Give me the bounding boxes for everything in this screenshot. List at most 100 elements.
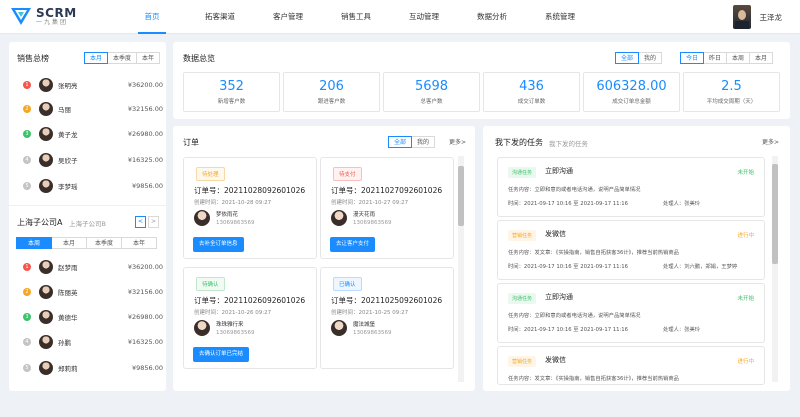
order-number: 订单号：20211025092601026 [331, 296, 443, 305]
confirm-order-button[interactable]: 去确认订单已完结 [193, 347, 250, 362]
task-card[interactable]: 营销任务 发微信 进行中 任务内容：发文章：《实操指南，销售自拓获客36计》，推… [497, 220, 765, 280]
nav-customers[interactable]: 客户管理 [254, 0, 322, 34]
rank-name: 陈丽英 [58, 289, 78, 297]
company-tab-b[interactable]: 上海子公司B [69, 218, 106, 228]
tab-today[interactable]: 今日 [680, 52, 705, 64]
tab-this-week[interactable]: 本周 [16, 237, 52, 249]
orders-scrollbar[interactable] [458, 156, 464, 382]
tab-all[interactable]: 全部 [388, 136, 413, 148]
tab-this-quarter[interactable]: 本季度 [86, 237, 122, 249]
avatar [732, 5, 751, 29]
list-item[interactable]: 3 黄子龙 ¥26980.00 [23, 125, 163, 143]
rank-number: 4 [23, 156, 31, 164]
stat-new-customers[interactable]: 352 新增客户数 [183, 72, 280, 112]
orders-scope-tabs: 全部 我的 [388, 136, 436, 148]
task-type-badge: 营销任务 [508, 230, 537, 241]
rank-number: 1 [23, 263, 31, 271]
list-item[interactable]: 5 郑莉莉 ¥9856.00 [23, 359, 163, 377]
task-content: 任务内容：立即和意向或者电话沟通，说明产品简单情况 [508, 313, 641, 319]
tab-mine[interactable]: 我的 [411, 136, 436, 148]
tab-this-week[interactable]: 本周 [726, 52, 751, 64]
nav-channels[interactable]: 拓客渠道 [186, 0, 254, 34]
tab-yesterday[interactable]: 昨日 [703, 52, 728, 64]
customer-name: 珠珠雅行来 [216, 322, 244, 328]
tasks-scrollbar[interactable] [772, 156, 778, 382]
stat-total-customers[interactable]: 5698 总客户数 [383, 72, 480, 112]
stat-label: 成交订单数 [517, 99, 546, 105]
sales-rank-panel: 销售总榜 本月 本季度 本年 1 张明亮 ¥36200.00 2 马丽 ¥321… [9, 42, 166, 391]
order-card[interactable]: 待支付 订单号：20211027092601026 创建时间：2021-10-2… [320, 157, 454, 259]
order-time: 创建时间：2021-10-27 09:27 [331, 200, 409, 206]
rank-name: 赵梦雨 [58, 264, 78, 272]
task-title: 立即沟通 [545, 293, 573, 301]
nav-system[interactable]: 系统管理 [526, 0, 594, 34]
stat-followed-customers[interactable]: 206 跟进客户数 [283, 72, 380, 112]
next-button[interactable]: > [148, 216, 159, 228]
user-menu[interactable]: 王泽龙 [732, 5, 782, 29]
stat-deal-orders[interactable]: 436 成交订单数 [483, 72, 580, 112]
scroll-thumb[interactable] [772, 164, 778, 264]
complete-order-button[interactable]: 去补全订单信息 [193, 237, 244, 252]
tab-this-month[interactable]: 本月 [84, 52, 109, 64]
order-card[interactable]: 已确认 订单号：20211025092601026 创建时间：2021-10-2… [320, 267, 454, 369]
stat-deal-amount[interactable]: 606328.00 成交订单总金额 [583, 72, 680, 112]
avatar [194, 210, 210, 226]
list-item[interactable]: 5 李梦瑶 ¥9856.00 [23, 177, 163, 195]
rank-number: 2 [23, 288, 31, 296]
nav-interaction[interactable]: 互动管理 [390, 0, 458, 34]
order-card[interactable]: 待处理 订单号：20211028092601026 创建时间：2021-10-2… [183, 157, 317, 259]
rank-name: 孙鹏 [58, 339, 71, 347]
request-payment-button[interactable]: 去让客户支付 [330, 237, 376, 252]
customer-phone: 13069863569 [353, 330, 392, 336]
task-status: 进行中 [737, 233, 754, 239]
list-item[interactable]: 2 马丽 ¥32156.00 [23, 100, 163, 118]
list-item[interactable]: 4 吴欣子 ¥16325.00 [23, 151, 163, 169]
order-card[interactable]: 待确认 订单号：20211026092601026 创建时间：2021-10-2… [183, 267, 317, 369]
rank-number: 1 [23, 81, 31, 89]
task-card[interactable]: 沟通任务 立即沟通 未开始 任务内容：立即和意向或者电话沟通，说明产品简单情况 … [497, 157, 765, 217]
company-tab-a[interactable]: 上海子公司A [17, 217, 62, 228]
avatar [39, 335, 53, 349]
avatar [39, 361, 53, 375]
avatar [331, 210, 347, 226]
tab-this-month[interactable]: 本月 [51, 237, 87, 249]
list-item[interactable]: 4 孙鹏 ¥16325.00 [23, 333, 163, 351]
stat-avg-deal-cycle[interactable]: 2.5 平均成交周期（天） [683, 72, 780, 112]
list-item[interactable]: 1 赵梦雨 ¥36200.00 [23, 258, 163, 276]
tab-mine[interactable]: 我的 [638, 52, 663, 64]
stat-label: 跟进客户数 [317, 99, 346, 105]
stat-value: 5698 [414, 79, 449, 94]
tab-my-issued-tasks-alt[interactable]: 我下发的任务 [549, 138, 588, 148]
nav-analytics[interactable]: 数据分析 [458, 0, 526, 34]
tasks-more-link[interactable]: 更多> [762, 137, 779, 146]
tab-this-year[interactable]: 本年 [136, 52, 161, 64]
task-content: 任务内容：发文章：《实操指南，销售自拓获客36计》，推荐当前热销商品 [508, 376, 679, 382]
scroll-thumb[interactable] [458, 166, 464, 226]
stat-value: 352 [219, 79, 244, 94]
logo[interactable]: SCRM 一九集团 [10, 6, 77, 26]
nav-home[interactable]: 首页 [118, 0, 186, 34]
customer-phone: 13069863569 [353, 220, 392, 226]
rank-name: 黄子龙 [58, 131, 78, 139]
task-card[interactable]: 营销任务 发微信 进行中 任务内容：发文章：《实操指南，销售自拓获客36计》，推… [497, 346, 765, 385]
tab-all[interactable]: 全部 [615, 52, 640, 64]
tab-this-month[interactable]: 本月 [749, 52, 774, 64]
stat-value: 436 [519, 79, 544, 94]
tab-my-issued-tasks[interactable]: 我下发的任务 [495, 137, 543, 148]
rank-number: 4 [23, 338, 31, 346]
task-card[interactable]: 沟通任务 立即沟通 未开始 任务内容：立即和意向或者电话沟通，说明产品简单情况 … [497, 283, 765, 343]
tab-this-year[interactable]: 本年 [121, 237, 157, 249]
order-time: 创建时间：2021-10-26 09:27 [194, 310, 272, 316]
task-type-badge: 营销任务 [508, 356, 537, 367]
nav-sales-tools[interactable]: 销售工具 [322, 0, 390, 34]
stat-value: 2.5 [721, 79, 742, 94]
list-item[interactable]: 1 张明亮 ¥36200.00 [23, 76, 163, 94]
prev-button[interactable]: < [135, 216, 146, 228]
list-item[interactable]: 2 陈丽英 ¥32156.00 [23, 283, 163, 301]
rank-value: ¥36200.00 [127, 263, 163, 271]
tab-this-quarter[interactable]: 本季度 [107, 52, 138, 64]
stat-label: 平均成交周期（天） [706, 99, 757, 105]
list-item[interactable]: 3 黄德华 ¥26980.00 [23, 308, 163, 326]
logo-title: SCRM [36, 5, 77, 20]
orders-more-link[interactable]: 更多> [449, 137, 466, 146]
